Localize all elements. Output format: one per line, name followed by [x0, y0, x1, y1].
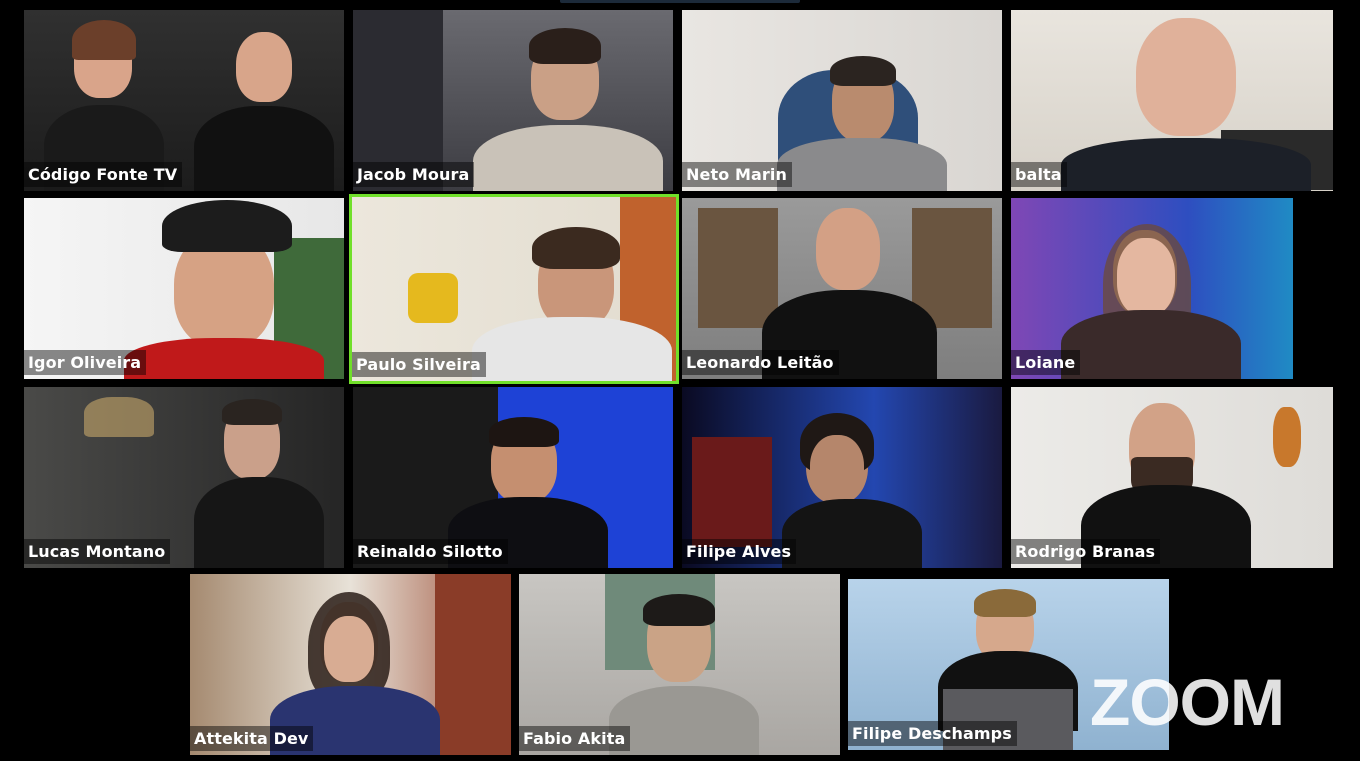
participant-name: Filipe Deschamps — [848, 721, 1017, 746]
video-tile-filipe-alves[interactable]: Filipe Alves — [682, 387, 1002, 568]
video-tile-balta[interactable]: balta — [1011, 10, 1333, 191]
participant-name: Jacob Moura — [353, 162, 475, 187]
participant-name: Reinaldo Silotto — [353, 539, 508, 564]
participant-name: Loiane — [1011, 350, 1081, 375]
participant-name: Leonardo Leitão — [682, 350, 839, 375]
participant-name: Fabio Akita — [519, 726, 631, 751]
participant-name: Igor Oliveira — [24, 350, 147, 375]
video-tile-jacob-moura[interactable]: Jacob Moura — [353, 10, 673, 191]
video-tile-rodrigo-branas[interactable]: Rodrigo Branas — [1011, 387, 1333, 568]
participant-name: Filipe Alves — [682, 539, 797, 564]
zoom-logo-watermark: zoom — [1090, 665, 1285, 739]
participant-name: Neto Marin — [682, 162, 792, 187]
video-tile-codigo-fonte-tv[interactable]: Código Fonte TV — [24, 10, 344, 191]
video-tile-leonardo-leitao[interactable]: Leonardo Leitão — [682, 198, 1002, 379]
top-toolbar-hint — [560, 0, 800, 3]
video-tile-igor-oliveira[interactable]: Igor Oliveira — [24, 198, 344, 379]
participant-name: Rodrigo Branas — [1011, 539, 1161, 564]
participant-name: Attekita Dev — [190, 726, 314, 751]
participant-name: Código Fonte TV — [24, 162, 183, 187]
participant-name: Paulo Silveira — [352, 352, 486, 377]
video-tile-neto-marin[interactable]: Neto Marin — [682, 10, 1002, 191]
video-tile-lucas-montano[interactable]: Lucas Montano — [24, 387, 344, 568]
video-tile-loiane[interactable]: Loiane — [1011, 198, 1333, 379]
participant-name: Lucas Montano — [24, 539, 171, 564]
video-tile-fabio-akita[interactable]: Fabio Akita — [519, 574, 840, 755]
video-tile-paulo-silveira-active-speaker[interactable]: Paulo Silveira — [349, 194, 679, 384]
video-tile-attekita-dev[interactable]: Attekita Dev — [190, 574, 511, 755]
participant-name: balta — [1011, 162, 1067, 187]
video-tile-reinaldo-silotto[interactable]: Reinaldo Silotto — [353, 387, 673, 568]
